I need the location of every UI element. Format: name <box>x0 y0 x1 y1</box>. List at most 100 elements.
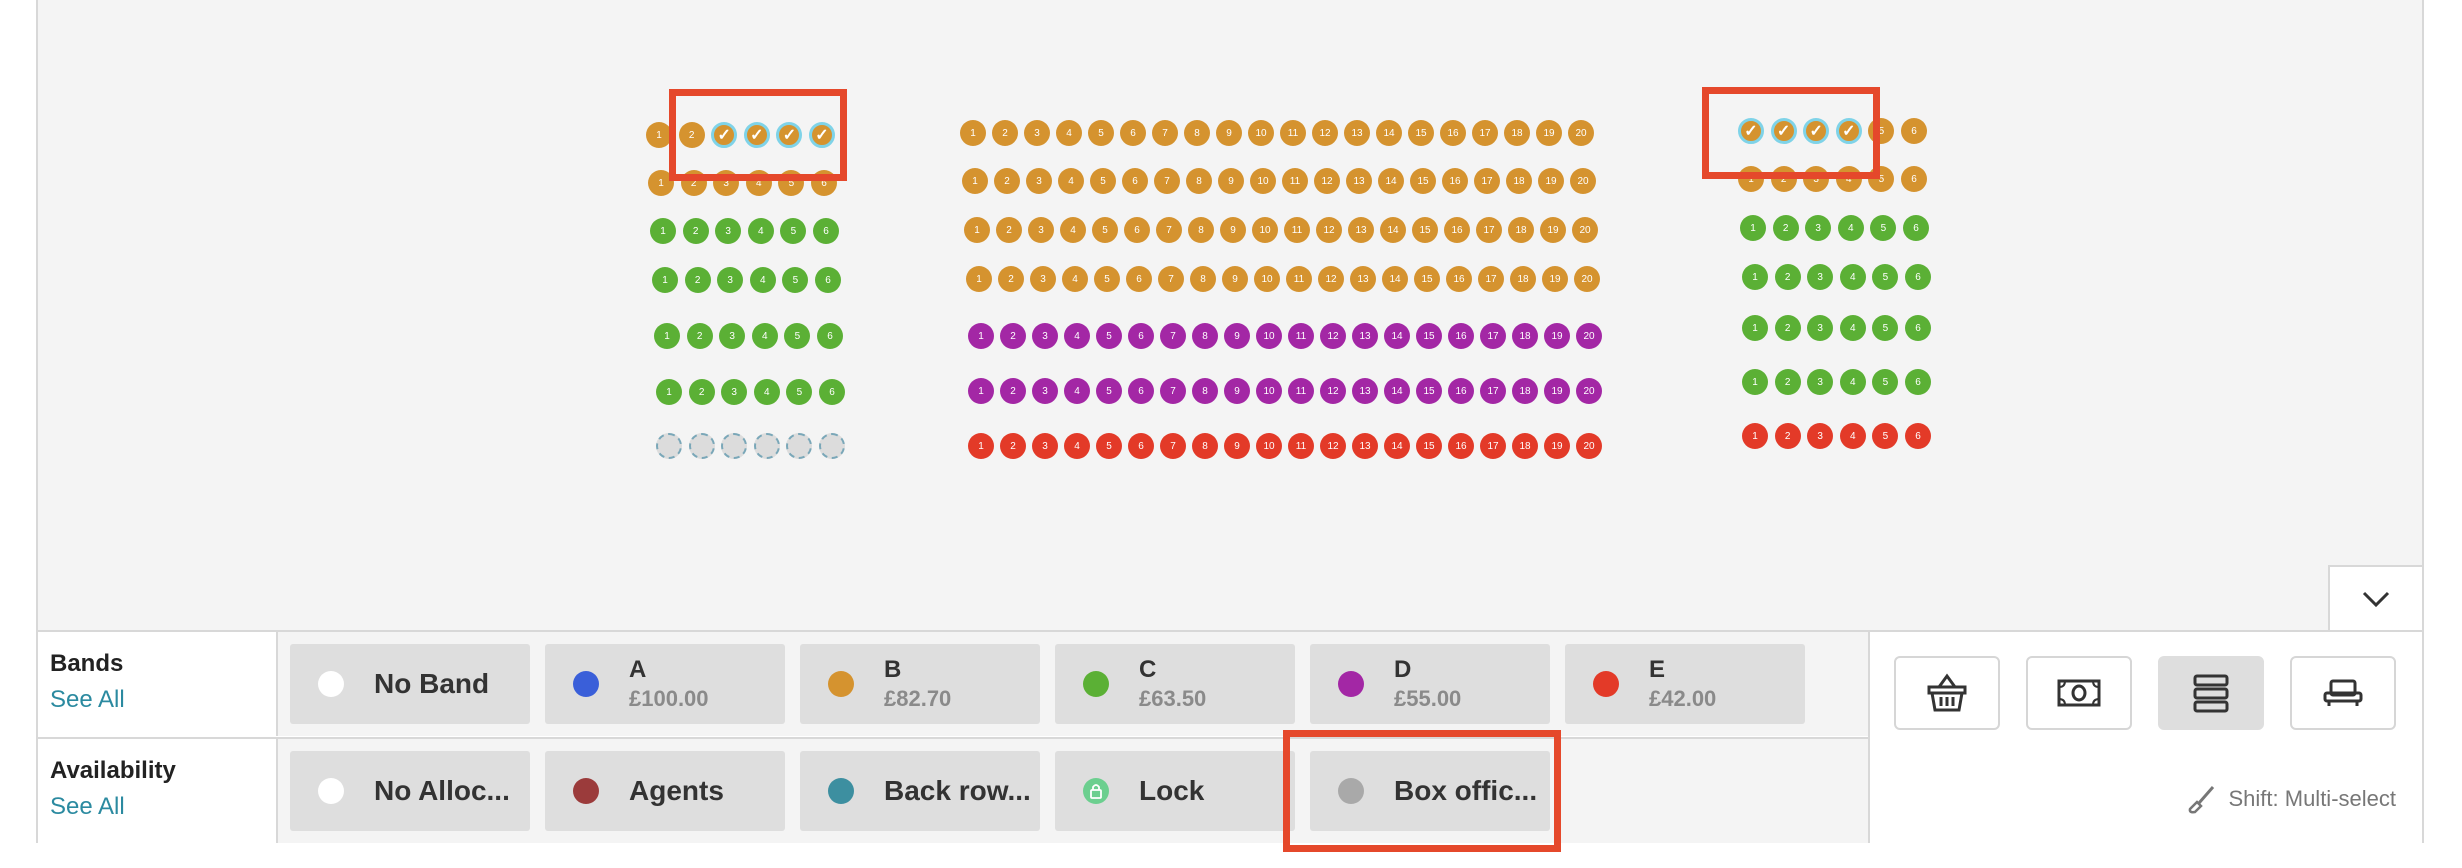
seat[interactable]: 10 <box>1250 168 1276 194</box>
seat[interactable]: 1 <box>968 323 994 349</box>
seat[interactable]: 17 <box>1480 433 1506 459</box>
seat[interactable]: 13 <box>1344 120 1370 146</box>
seat[interactable] <box>721 433 748 459</box>
seat[interactable]: 2 <box>994 168 1020 194</box>
seat[interactable]: 14 <box>1376 120 1402 146</box>
band-chip[interactable]: D £55.00 <box>1310 644 1550 724</box>
seat[interactable]: 17 <box>1478 266 1504 292</box>
seat[interactable]: 4 <box>1837 215 1864 241</box>
seat[interactable]: 4 <box>1839 315 1866 341</box>
seat[interactable]: 1 <box>1742 369 1768 395</box>
seat[interactable] <box>753 433 780 459</box>
seat[interactable]: 3 <box>719 323 746 349</box>
seat[interactable]: 5 <box>1096 378 1122 404</box>
seat[interactable] <box>656 433 682 459</box>
seat-map[interactable]: 1 2 ✓ ✓ ✓ ✓ 1 2 3 4 5 6 1 2 3 4 5 6 1 2 3 4 5 6 1 2 3 4 5 6 1 2 3 4 5 6 1 2 3 4… <box>38 0 2422 630</box>
seat[interactable]: 14 <box>1382 266 1408 292</box>
seat[interactable]: 20 <box>1570 168 1596 194</box>
seat[interactable]: 6 <box>811 170 837 196</box>
seat[interactable]: 6 <box>1120 120 1146 146</box>
seat[interactable]: 5 <box>784 323 811 349</box>
seat[interactable]: 6 <box>819 379 845 405</box>
seat[interactable]: 18 <box>1508 217 1534 243</box>
seat[interactable]: 20 <box>1574 266 1600 292</box>
seat[interactable]: 3 <box>1030 266 1056 292</box>
cash-button[interactable] <box>2026 656 2132 730</box>
seat[interactable]: 2 <box>686 323 713 349</box>
seat[interactable]: 5 <box>1870 215 1897 241</box>
seat[interactable]: 15 <box>1414 266 1440 292</box>
seat[interactable]: 2 <box>682 218 709 244</box>
seat[interactable]: 7 <box>1156 217 1182 243</box>
seat[interactable]: 6 <box>1128 433 1154 459</box>
seat[interactable]: 16 <box>1448 433 1474 459</box>
seat[interactable]: 1 <box>652 267 678 293</box>
seat-selected[interactable]: ✓ <box>743 122 770 148</box>
seat[interactable] <box>688 433 715 459</box>
basket-button[interactable] <box>1894 656 2000 730</box>
seat[interactable]: 20 <box>1576 433 1602 459</box>
seat[interactable]: 10 <box>1256 433 1282 459</box>
seat[interactable]: 5 <box>786 379 813 405</box>
seat[interactable]: 19 <box>1538 168 1564 194</box>
seat[interactable]: 5 <box>1094 266 1120 292</box>
seat[interactable]: 9 <box>1224 323 1250 349</box>
seat[interactable]: 8 <box>1192 433 1218 459</box>
seat[interactable]: 3 <box>1807 369 1834 395</box>
seat[interactable]: 3 <box>1807 423 1834 449</box>
seat[interactable]: 3 <box>1024 120 1050 146</box>
seat-selected[interactable]: ✓ <box>1803 118 1830 144</box>
seat[interactable]: 3 <box>1805 215 1832 241</box>
seat[interactable]: 4 <box>1064 378 1090 404</box>
seat[interactable]: 13 <box>1352 378 1378 404</box>
seat[interactable]: 14 <box>1378 168 1404 194</box>
seat-selected[interactable]: ✓ <box>1770 118 1797 144</box>
seat[interactable]: 15 <box>1416 433 1442 459</box>
seat[interactable]: 16 <box>1448 378 1474 404</box>
seat[interactable]: 11 <box>1286 266 1312 292</box>
seat[interactable] <box>819 433 845 459</box>
seat[interactable]: 5 <box>1872 423 1899 449</box>
seat[interactable]: 6 <box>1901 166 1927 192</box>
seat[interactable]: 15 <box>1416 323 1442 349</box>
seat[interactable]: 8 <box>1184 120 1210 146</box>
seat[interactable]: 17 <box>1480 378 1506 404</box>
seat[interactable]: 6 <box>1126 266 1152 292</box>
seat[interactable]: 18 <box>1512 323 1538 349</box>
seat[interactable]: 2 <box>998 266 1024 292</box>
seat[interactable]: 15 <box>1416 378 1442 404</box>
seat[interactable]: 20 <box>1576 378 1602 404</box>
seat[interactable]: 4 <box>747 218 774 244</box>
seat[interactable]: 3 <box>1807 264 1834 290</box>
band-chip[interactable]: E £42.00 <box>1565 644 1805 724</box>
seat[interactable]: 1 <box>650 218 676 244</box>
seat[interactable]: 2 <box>1774 315 1801 341</box>
seat[interactable]: 3 <box>721 379 748 405</box>
seat[interactable]: 4 <box>1058 168 1084 194</box>
seat[interactable]: 4 <box>1064 433 1090 459</box>
seat[interactable]: 1 <box>1742 423 1768 449</box>
seat[interactable]: 6 <box>1128 323 1154 349</box>
seat-view-button[interactable] <box>2290 656 2396 730</box>
seat[interactable]: 13 <box>1352 323 1378 349</box>
seat[interactable]: 9 <box>1222 266 1248 292</box>
seat[interactable]: 12 <box>1320 323 1346 349</box>
seat[interactable]: 13 <box>1348 217 1374 243</box>
seat[interactable]: 14 <box>1384 433 1410 459</box>
seat[interactable]: 18 <box>1504 120 1530 146</box>
seat[interactable]: 2 <box>688 379 715 405</box>
seat[interactable]: 18 <box>1512 378 1538 404</box>
seat[interactable]: 1 <box>1740 215 1766 241</box>
seat[interactable]: 2 <box>1000 433 1026 459</box>
seat[interactable]: 6 <box>1905 264 1931 290</box>
seat[interactable]: 12 <box>1320 378 1346 404</box>
seat[interactable]: 4 <box>1064 323 1090 349</box>
seat[interactable]: 18 <box>1510 266 1536 292</box>
seat[interactable]: 6 <box>1903 215 1929 241</box>
seat[interactable]: 11 <box>1288 433 1314 459</box>
seat[interactable]: 2 <box>1000 323 1026 349</box>
seat[interactable]: 8 <box>1188 217 1214 243</box>
seat[interactable]: 2 <box>1774 423 1801 449</box>
seat[interactable]: 8 <box>1190 266 1216 292</box>
seat[interactable]: 2 <box>680 170 707 196</box>
